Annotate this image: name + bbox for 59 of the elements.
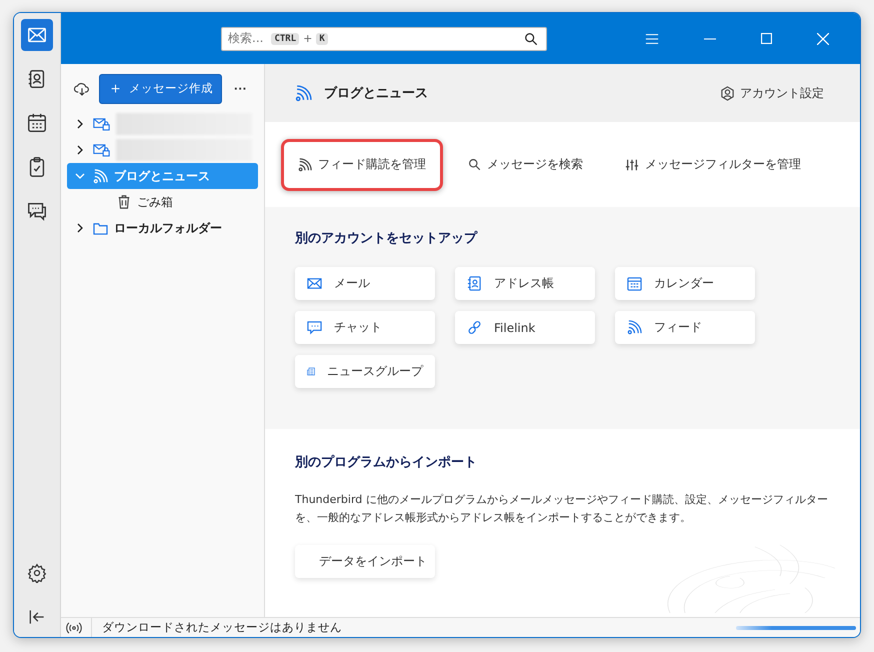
minimize-icon[interactable] xyxy=(704,38,716,40)
search-action-button[interactable]: メッセージを検索 xyxy=(451,138,600,190)
search-placeholder: 検索... xyxy=(228,30,264,47)
search-icon xyxy=(468,158,481,171)
chevron-down-icon[interactable] xyxy=(75,171,85,181)
chat-bubble-icon xyxy=(307,320,322,335)
feed-icon xyxy=(627,320,642,335)
chat-setup-button[interactable]: チャット xyxy=(295,311,435,344)
link-setup-button[interactable]: Filelink xyxy=(455,311,595,344)
chevron-right-icon[interactable] xyxy=(75,223,85,233)
account-title: ブログとニュース xyxy=(324,84,428,102)
chevron-right-icon[interactable] xyxy=(75,145,85,155)
folder-icon xyxy=(93,222,108,234)
import-description: Thunderbird に他のメールプログラムからメールメッセージやフィード購読、設定、メッセージフィルターを、一般的なアドレス帳形式からアドレス帳をインポートすることができます。 xyxy=(295,492,829,526)
close-icon[interactable] xyxy=(817,32,829,44)
mail-space-button[interactable] xyxy=(21,19,53,51)
link-icon xyxy=(467,320,482,335)
calendar-icon xyxy=(627,276,642,291)
more-button[interactable]: ··· xyxy=(230,81,251,96)
chevron-right-icon[interactable] xyxy=(75,119,85,129)
address-book-icon xyxy=(467,276,482,291)
status-message: ダウンロードされたメッセージはありません xyxy=(91,618,342,637)
key-label: CTRL xyxy=(271,32,300,44)
compose-button[interactable]: ＋ メッセージ作成 xyxy=(99,74,222,104)
calendar-setup-button[interactable]: カレンダー xyxy=(615,267,755,300)
filter-action-button[interactable]: メッセージフィルターを管理 xyxy=(608,138,818,190)
section-title: 別のプログラムからインポート xyxy=(295,454,478,471)
address-book-setup-button[interactable]: アドレス帳 xyxy=(455,267,595,300)
maximize-icon[interactable] xyxy=(761,33,772,44)
mail-account-icon xyxy=(93,143,110,157)
online-status-icon[interactable] xyxy=(65,622,83,634)
settings-icon[interactable] xyxy=(27,563,47,583)
key-label: K xyxy=(316,32,328,44)
feed-icon xyxy=(93,168,108,184)
envelope-icon xyxy=(307,276,322,291)
feed-icon xyxy=(298,158,312,172)
account-settings-button[interactable]: アカウント設定 xyxy=(714,84,830,102)
plus-sign: + xyxy=(303,32,312,45)
folder-name: ブログとニュース xyxy=(114,168,210,184)
feed-icon xyxy=(295,84,312,102)
mail-setup-button[interactable]: メール xyxy=(295,267,435,300)
folder-item[interactable]: ローカルフォルダー xyxy=(67,215,258,241)
section-title: 別のアカウントをセットアップ xyxy=(295,230,479,247)
import-button[interactable]: データをインポート xyxy=(295,545,435,578)
sliders-icon xyxy=(625,158,639,172)
folder-name: ローカルフォルダー xyxy=(114,220,222,236)
folder-name: ごみ箱 xyxy=(137,194,173,210)
folder-item[interactable]: ごみ箱 xyxy=(67,189,258,215)
mail-account-icon xyxy=(93,117,110,131)
search-icon xyxy=(524,32,538,46)
search-field[interactable]: 検索... CTRL + K xyxy=(221,26,547,50)
feed-setup-button[interactable]: フィード xyxy=(615,311,755,344)
calendar-icon xyxy=(26,112,48,134)
chat-bubbles-icon xyxy=(26,200,48,222)
feed-action-button[interactable]: フィード購読を管理 xyxy=(281,138,443,190)
menu-icon[interactable] xyxy=(645,32,659,46)
trash-icon xyxy=(117,195,131,209)
account-icon xyxy=(720,86,735,100)
newsgroup-setup-button[interactable]: ニュースグループ xyxy=(295,355,435,388)
